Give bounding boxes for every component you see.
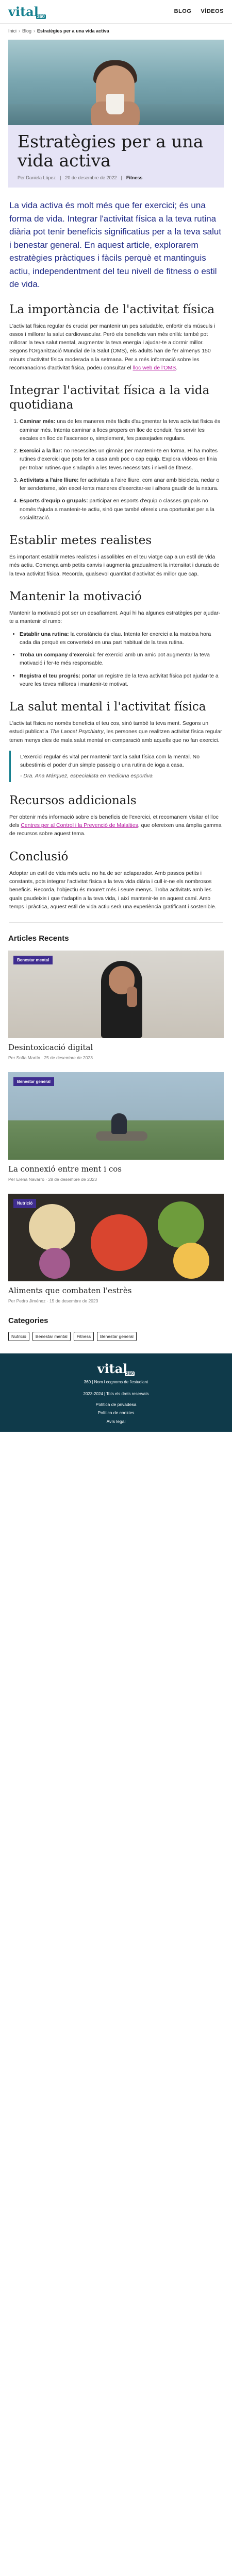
- categories: Categories Nutrició Benestar mental Fitn…: [0, 1315, 232, 1342]
- page-title: Estratègies per a una vida activa: [18, 131, 204, 171]
- list-item: Registra el teu progrés: portar un regis…: [20, 672, 223, 689]
- article-date: 20 de desembre de 2022: [65, 175, 117, 180]
- breadcrumb-separator: ›: [19, 28, 21, 33]
- card-title[interactable]: Desintoxicació digital: [8, 1042, 224, 1054]
- card-meta: Per Pedro Jiménez · 15 de desembre de 20…: [8, 1298, 98, 1303]
- section-title: Articles Recents: [8, 934, 69, 943]
- meta-separator: |: [60, 175, 61, 180]
- section-title: Categories: [8, 1316, 48, 1325]
- card-meta: Per Elena Navarro · 28 de desembre de 20…: [8, 1176, 97, 1182]
- card-title[interactable]: Aliments que combaten l'estrès: [8, 1285, 224, 1297]
- quote-text: L'exercici regular és vital per mantenir…: [20, 754, 200, 769]
- article-meta: Per Daniela López | 20 de desembre de 20…: [18, 175, 214, 181]
- card-title[interactable]: La connexió entre ment i cos: [8, 1164, 224, 1175]
- footer-tagline: 360 | Nom i cognoms de l'estudiant: [84, 1379, 148, 1384]
- breadcrumb-home[interactable]: Inici: [8, 28, 16, 35]
- section-paragraph: És important establir metes realistes i …: [9, 554, 220, 577]
- article-category[interactable]: Fitness: [126, 175, 143, 181]
- article-card[interactable]: Benestar mental Desintoxicació digital P…: [8, 950, 224, 1061]
- quote-author: - Dra. Ana Márquez, especialista en medi…: [20, 772, 153, 779]
- card-image[interactable]: Nutrició: [8, 1193, 224, 1281]
- hero-card: Estratègies per a una vida activa Per Da…: [8, 125, 224, 188]
- section-paragraph: Per obtenir més informació sobre els ben…: [9, 814, 222, 837]
- breadcrumb: Inici › Blog › Estratègies per a una vid…: [0, 24, 232, 38]
- list-item: Caminar més: una de les maneres més fàci…: [20, 417, 223, 443]
- list-item: Esports d'equip o grupals: participar en…: [20, 497, 223, 522]
- section-heading: La importància de l'activitat física: [9, 302, 215, 316]
- breadcrumb-separator: ›: [34, 28, 36, 33]
- card-image[interactable]: Benestar general: [8, 1072, 224, 1160]
- logo-text: vital: [8, 4, 39, 19]
- section-heading: La salut mental i l'activitat física: [9, 700, 206, 714]
- nav-videos-link[interactable]: VÍDEOS: [201, 8, 224, 16]
- breadcrumb-blog[interactable]: Blog: [22, 28, 31, 35]
- section-paragraph: L'activitat física no només beneficia el…: [9, 720, 222, 743]
- category-chip[interactable]: Fitness: [73, 1331, 94, 1342]
- card-meta: Per Sofía Martín · 25 de desembre de 202…: [8, 1055, 93, 1060]
- site-footer: vital 360 360 | Nom i cognoms de l'estud…: [0, 1353, 232, 1432]
- article-card[interactable]: Nutrició Aliments que combaten l'estrès …: [8, 1193, 224, 1304]
- list-item: Exercici a la llar: no necessites un gim…: [20, 447, 223, 472]
- who-link[interactable]: lloc web de l'OMS: [133, 365, 176, 371]
- card-image[interactable]: Benestar mental: [8, 950, 224, 1038]
- legal-link[interactable]: Avís legal: [8, 1418, 224, 1425]
- breadcrumb-current: Estratègies per a una vida activa: [37, 28, 109, 33]
- article-intro: La vida activa és molt més que fer exerc…: [9, 200, 222, 289]
- section-paragraph: L'activitat física regular és crucial pe…: [9, 323, 216, 371]
- section-heading: Recursos addicionals: [9, 793, 137, 807]
- cookies-link[interactable]: Política de cookies: [8, 1410, 224, 1416]
- category-chips: Nutrició Benestar mental Fitness Benesta…: [8, 1331, 224, 1342]
- logo-badge: 360: [125, 1371, 135, 1377]
- section-heading: Integrar l'activitat física a la vida qu…: [9, 384, 210, 412]
- card-tag[interactable]: Benestar mental: [13, 955, 53, 965]
- section-paragraph: Adoptar un estil de vida més actiu no ha…: [9, 870, 217, 910]
- divider: [9, 922, 223, 923]
- logo-badge: 360: [36, 13, 46, 19]
- meta-separator: |: [121, 175, 122, 180]
- section-heading: Conclusió: [9, 850, 69, 863]
- privacy-link[interactable]: Política de privadesa: [8, 1401, 224, 1408]
- list-item: Troba un company d'exercici: fer exercic…: [20, 651, 223, 668]
- site-logo[interactable]: vital 360: [8, 4, 46, 19]
- section-paragraph: Mantenir la motivació pot ser un desafia…: [9, 610, 221, 625]
- card-tag[interactable]: Benestar general: [13, 1077, 54, 1087]
- motivation-list: Establir una rutina: la constància és cl…: [20, 630, 223, 689]
- footer-logo[interactable]: vital 360: [97, 1361, 135, 1377]
- site-header: vital 360 BLOG VÍDEOS: [0, 0, 232, 24]
- article-card[interactable]: Benestar general La connexió entre ment …: [8, 1072, 224, 1182]
- logo-text: vital: [97, 1361, 128, 1377]
- section-heading: Mantenir la motivació: [9, 590, 142, 603]
- card-tag[interactable]: Nutrició: [13, 1198, 37, 1208]
- article-body: La vida activa és molt més que fer exerc…: [0, 199, 232, 923]
- cdc-link[interactable]: Centres per al Control i la Prevenció de…: [21, 822, 138, 828]
- list-item: Activitats a l'aire lliure: fer activita…: [20, 476, 223, 493]
- expert-quote: L'exercici regular és vital per mantenir…: [9, 751, 223, 782]
- list-item: Establir una rutina: la constància és cl…: [20, 630, 223, 647]
- category-chip[interactable]: Nutrició: [8, 1331, 29, 1342]
- tips-list: Caminar més: una de les maneres més fàci…: [20, 417, 223, 522]
- footer-copyright: 2023-2024 | Tots els drets reservats: [83, 1392, 149, 1397]
- footer-links: Política de privadesa Política de cookie…: [8, 1401, 224, 1425]
- recent-articles: Articles Recents Benestar mental Desinto…: [0, 933, 232, 1304]
- article-author: Per Daniela López: [18, 175, 56, 180]
- category-chip[interactable]: Benestar mental: [32, 1331, 71, 1342]
- section-heading: Establir metes realistes: [9, 534, 152, 548]
- nav-blog-link[interactable]: BLOG: [174, 8, 192, 16]
- category-chip[interactable]: Benestar general: [97, 1331, 137, 1342]
- main-nav: BLOG VÍDEOS: [174, 8, 224, 16]
